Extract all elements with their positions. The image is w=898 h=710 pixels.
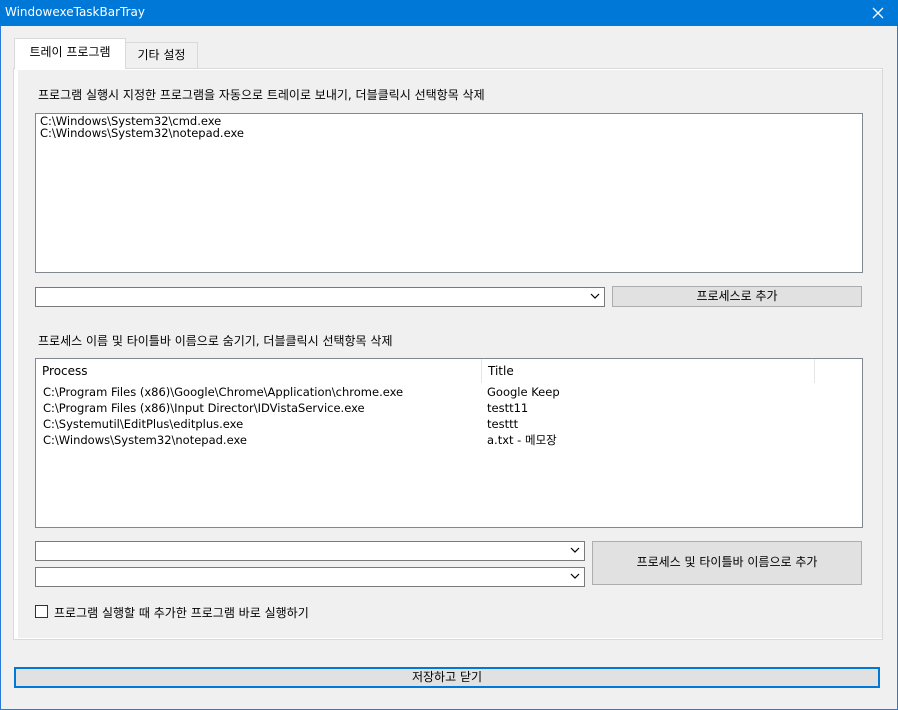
- process-title-listview[interactable]: Process Title C:\Program Files (x86)\Goo…: [35, 358, 863, 528]
- chevron-down-icon: [570, 573, 580, 579]
- process-cell: C:\Program Files (x86)\Google\Chrome\App…: [43, 385, 404, 399]
- table-row[interactable]: C:\Systemutil\EditPlus\editplus.exe test…: [36, 416, 862, 432]
- tab-label: 기타 설정: [137, 48, 186, 62]
- list-item[interactable]: C:\Windows\System32\notepad.exe: [40, 127, 244, 140]
- chevron-down-icon: [570, 547, 580, 553]
- save-and-close-button[interactable]: 저장하고 닫기: [14, 667, 880, 688]
- add-process-button[interactable]: 프로세스로 추가: [612, 286, 862, 307]
- table-row[interactable]: C:\Program Files (x86)\Input Director\ID…: [36, 400, 862, 416]
- run-on-start-label[interactable]: 프로그램 실행할 때 추가한 프로그램 바로 실행하기: [54, 604, 309, 621]
- table-row[interactable]: C:\Program Files (x86)\Google\Chrome\App…: [36, 384, 862, 400]
- title-name-combobox[interactable]: [35, 567, 585, 587]
- title-bar: WindowexeTaskBarTray: [0, 0, 898, 26]
- tab-tray-program[interactable]: 트레이 프로그램: [14, 38, 126, 69]
- process-name-combobox[interactable]: [35, 541, 585, 561]
- tray-section-description: 프로그램 실행시 지정한 프로그램을 자동으로 트레이로 보내기, 더블클릭시 …: [38, 88, 485, 102]
- title-cell: Google Keep: [487, 385, 560, 399]
- listview-header: Process Title: [36, 359, 862, 383]
- process-cell: C:\Program Files (x86)\Input Director\ID…: [43, 401, 365, 415]
- window-title: WindowexeTaskBarTray: [5, 5, 145, 19]
- chevron-down-icon: [590, 293, 600, 299]
- run-on-start-checkbox[interactable]: [35, 605, 48, 618]
- table-row[interactable]: C:\Windows\System32\notepad.exe a.txt - …: [36, 432, 862, 448]
- process-cell: C:\Windows\System32\notepad.exe: [43, 433, 247, 447]
- tray-program-list[interactable]: C:\Windows\System32\cmd.exe C:\Windows\S…: [35, 113, 863, 273]
- close-icon: [872, 7, 884, 19]
- column-header-process[interactable]: Process: [36, 359, 482, 383]
- process-cell: C:\Systemutil\EditPlus\editplus.exe: [43, 417, 244, 431]
- tab-label: 트레이 프로그램: [29, 45, 111, 59]
- program-combobox[interactable]: [35, 287, 605, 307]
- window-frame-left: [0, 26, 1, 710]
- add-process-title-button[interactable]: 프로세스 및 타이틀바 이름으로 추가: [592, 541, 862, 585]
- title-cell: testtt: [487, 417, 519, 431]
- title-cell: testt11: [487, 401, 529, 415]
- close-button[interactable]: [858, 0, 898, 26]
- column-header-title[interactable]: Title: [482, 359, 815, 383]
- hide-section-description: 프로세스 이름 및 타이틀바 이름으로 숨기기, 더블클릭시 선택항목 삭제: [38, 334, 393, 348]
- title-cell: a.txt - 메모장: [487, 433, 557, 447]
- tab-other-settings[interactable]: 기타 설정: [126, 42, 198, 69]
